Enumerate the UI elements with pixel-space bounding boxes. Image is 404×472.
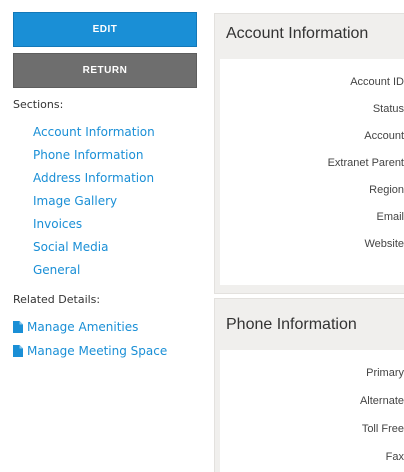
- manage-meeting-space-link[interactable]: Manage Meeting Space: [13, 344, 167, 368]
- field-label-account-id: Account ID: [350, 76, 404, 88]
- field-label-extranet-parent: Extranet Parent: [327, 157, 404, 169]
- related-details-heading: Related Details:: [13, 293, 101, 306]
- section-link-image-gallery[interactable]: Image Gallery: [33, 194, 155, 217]
- field-label-email: Email: [376, 211, 404, 223]
- document-icon: [13, 345, 23, 357]
- phone-information-body: Primary Alternate Toll Free Fax: [220, 350, 404, 472]
- edit-button[interactable]: EDIT: [13, 12, 197, 47]
- field-label-fax: Fax: [385, 451, 404, 463]
- field-label-website: Website: [364, 238, 404, 250]
- phone-information-title: Phone Information: [226, 316, 357, 333]
- document-icon: [13, 321, 23, 333]
- manage-meeting-space-label: Manage Meeting Space: [27, 344, 168, 358]
- field-label-toll-free: Toll Free: [361, 423, 404, 435]
- related-details-list: Manage Amenities Manage Meeting Space: [13, 320, 167, 368]
- section-link-address-information[interactable]: Address Information: [33, 171, 155, 194]
- sections-list: Account Information Phone Information Ad…: [33, 125, 155, 286]
- manage-amenities-link[interactable]: Manage Amenities: [13, 320, 167, 344]
- field-label-account: Account: [364, 130, 404, 142]
- field-label-region: Region: [369, 184, 404, 196]
- sections-heading: Sections:: [13, 98, 64, 111]
- manage-amenities-label: Manage Amenities: [27, 320, 139, 334]
- field-label-primary: Primary: [366, 367, 404, 379]
- account-information-title: Account Information: [226, 25, 369, 42]
- account-information-panel: Account Information Account ID Status Ac…: [214, 13, 404, 294]
- field-label-status: Status: [372, 103, 404, 115]
- section-link-social-media[interactable]: Social Media: [33, 240, 155, 263]
- phone-information-panel: Phone Information Primary Alternate Toll…: [214, 298, 404, 472]
- field-label-alternate: Alternate: [359, 395, 404, 407]
- section-link-phone-information[interactable]: Phone Information: [33, 148, 155, 171]
- section-link-invoices[interactable]: Invoices: [33, 217, 155, 240]
- return-button[interactable]: RETURN: [13, 53, 197, 88]
- section-link-general[interactable]: General: [33, 263, 155, 286]
- account-information-body: Account ID Status Account Extranet Paren…: [220, 59, 404, 285]
- section-link-account-information[interactable]: Account Information: [33, 125, 155, 148]
